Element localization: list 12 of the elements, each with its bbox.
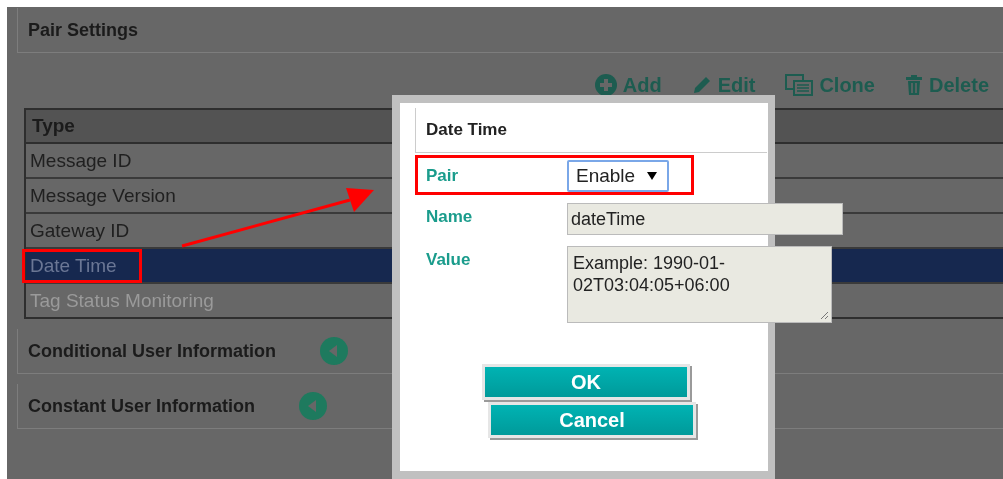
- table-cell-text: Message ID: [29, 148, 133, 173]
- column-header: Type: [32, 115, 75, 137]
- field-label: Name: [426, 207, 474, 227]
- section-title: Constant User Information: [28, 395, 255, 417]
- field-label: Pair: [426, 166, 460, 186]
- table-cell: Date Time: [22, 248, 142, 283]
- table-cell-text: Message Version: [29, 183, 177, 208]
- panel-title: Pair Settings: [28, 19, 139, 41]
- table-cell-text: Gateway ID: [29, 218, 131, 243]
- section-title: Conditional User Information: [28, 340, 276, 362]
- field-label: Value: [426, 250, 472, 270]
- dialog-title: Date Time: [426, 120, 507, 140]
